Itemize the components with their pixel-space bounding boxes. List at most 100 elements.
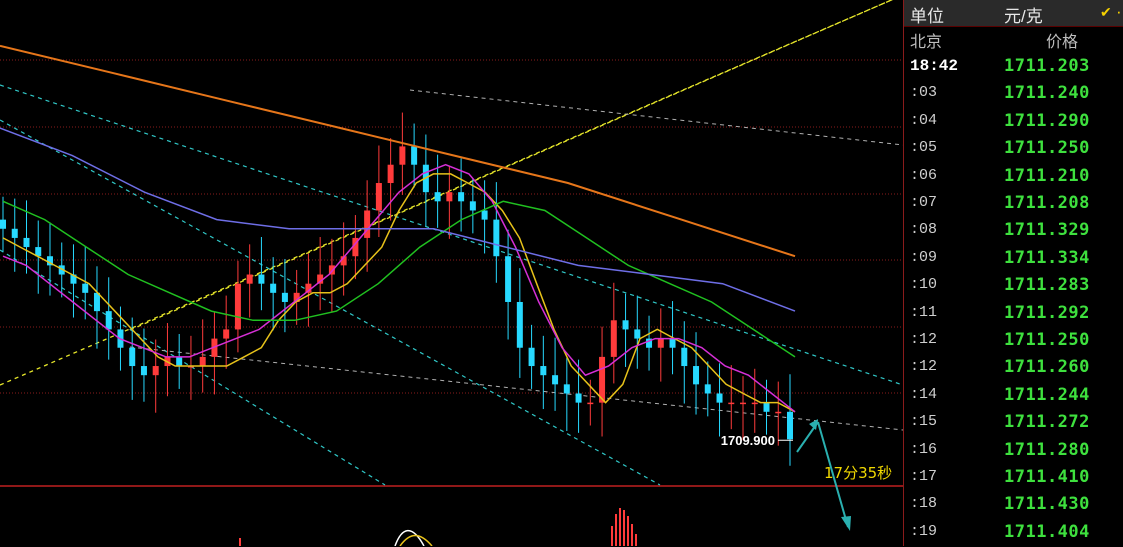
price-row[interactable]: :17 1711.410 (904, 465, 1123, 492)
candle-body (740, 402, 747, 405)
price-row[interactable]: :14 1711.244 (904, 383, 1123, 410)
low-price-label: 1709.900 (721, 433, 775, 448)
candle-body (751, 402, 758, 405)
candle-body (152, 366, 159, 376)
projection-arrowhead (841, 516, 851, 531)
row-price: 1711.329 (1004, 220, 1090, 241)
candle-body (552, 375, 559, 385)
price-row[interactable]: :05 1711.250 (904, 136, 1123, 163)
candle-body (587, 402, 594, 405)
candle-body (775, 411, 782, 414)
candle-body (634, 329, 641, 339)
candle-body (681, 347, 688, 367)
candle-body (105, 311, 112, 330)
row-price: 1711.292 (1004, 302, 1090, 323)
row-price: 1711.208 (1004, 193, 1090, 213)
row-price: 1711.244 (1004, 384, 1090, 405)
price-row[interactable]: :08 1711.329 (904, 218, 1123, 245)
price-row[interactable]: :06 1711.210 (904, 164, 1123, 191)
candle-body (657, 338, 664, 348)
price-row[interactable]: :07 1711.208 (904, 191, 1123, 218)
candle-body (446, 192, 453, 202)
row-price: 1711.290 (1004, 110, 1090, 131)
price-row[interactable]: :18 1711.430 (904, 492, 1123, 519)
row-price: 1711.283 (1004, 275, 1090, 296)
candle-body (234, 283, 241, 330)
row-time: :11 (910, 303, 938, 321)
indicator-line (394, 529, 425, 546)
row-price: 1711.203 (1004, 56, 1090, 76)
candle-body (505, 256, 512, 302)
row-price: 1711.260 (1004, 357, 1090, 378)
candle-body (469, 201, 476, 211)
candle-body (704, 384, 711, 394)
candle-body (540, 366, 547, 376)
candle-body (516, 301, 523, 348)
row-price: 1711.430 (1004, 494, 1090, 515)
row-price: 1711.240 (1004, 83, 1090, 104)
candle-body (458, 192, 465, 202)
price-row[interactable]: 18:42 1711.203 (904, 54, 1123, 81)
candle-body (622, 320, 629, 330)
check-icon[interactable]: ✔ (1100, 4, 1112, 21)
price-row[interactable]: :11 1711.292 (904, 301, 1123, 328)
quote-panel: 单位 元/克 ✔ · 北京 价格 18:42 1711.203:03 1711.24… (903, 0, 1123, 546)
candle-body (610, 320, 617, 357)
candle-body (11, 228, 18, 238)
candle-body (281, 292, 288, 302)
candle-body (411, 146, 418, 165)
moving-average-line (2, 173, 796, 413)
row-price: 1711.334 (1004, 247, 1090, 268)
row-time: :09 (910, 248, 938, 266)
candle-body (575, 393, 582, 403)
candle-body (493, 219, 500, 257)
row-price: 1711.404 (1004, 521, 1090, 542)
candle-body (693, 366, 700, 385)
row-time: :14 (910, 385, 938, 403)
candlestick-chart-svg[interactable]: 1709.900 17分35秒 (0, 0, 903, 546)
column-price: 价格 (1046, 34, 1079, 51)
row-price: 1711.272 (1004, 412, 1090, 433)
candle-body (176, 356, 183, 367)
price-chart[interactable]: 1709.900 17分35秒 (0, 0, 903, 546)
candle-body (716, 393, 723, 403)
price-row[interactable]: :16 1711.280 (904, 438, 1123, 465)
price-row[interactable]: :03 1711.240 (904, 81, 1123, 108)
price-row[interactable]: :12 1711.260 (904, 355, 1123, 382)
candle-body (199, 356, 206, 367)
unit-value: 元/克 (1004, 7, 1043, 26)
candle-body (787, 411, 793, 440)
candle-body (23, 237, 30, 248)
candle-body (528, 347, 535, 367)
price-row[interactable]: :09 1711.334 (904, 246, 1123, 273)
moving-average-line (2, 163, 796, 413)
candle-body (763, 402, 770, 412)
candle-body (434, 192, 441, 202)
candle-body (364, 210, 371, 238)
header-overflow-mark: · (1116, 2, 1122, 21)
candle-body (140, 366, 147, 376)
candle-body (387, 164, 394, 184)
row-time: :16 (910, 440, 938, 458)
price-row[interactable]: :10 1711.283 (904, 273, 1123, 300)
row-time: :18 (910, 495, 938, 513)
row-time: :10 (910, 276, 938, 294)
candle-body (82, 283, 89, 293)
candle-body (0, 219, 6, 229)
row-price: 1711.250 (1004, 330, 1090, 350)
row-time: :06 (910, 166, 938, 184)
price-row[interactable]: :04 1711.290 (904, 109, 1123, 136)
countdown-annotation: 17分35秒 (824, 464, 892, 482)
candle-body (246, 274, 253, 284)
candle-body (375, 183, 382, 211)
row-time: :08 (910, 221, 938, 239)
price-row[interactable]: :15 1711.272 (904, 410, 1123, 437)
row-price: 1711.280 (1004, 439, 1090, 460)
candle-body (258, 274, 265, 284)
price-row[interactable]: :19 1711.404 (904, 520, 1123, 547)
row-time: :07 (910, 194, 938, 211)
price-row[interactable]: :12 1711.250 (904, 328, 1123, 355)
channel-line-yellow (129, 0, 894, 331)
panel-header: 单位 元/克 ✔ · (904, 0, 1123, 27)
candle-body (93, 292, 100, 312)
